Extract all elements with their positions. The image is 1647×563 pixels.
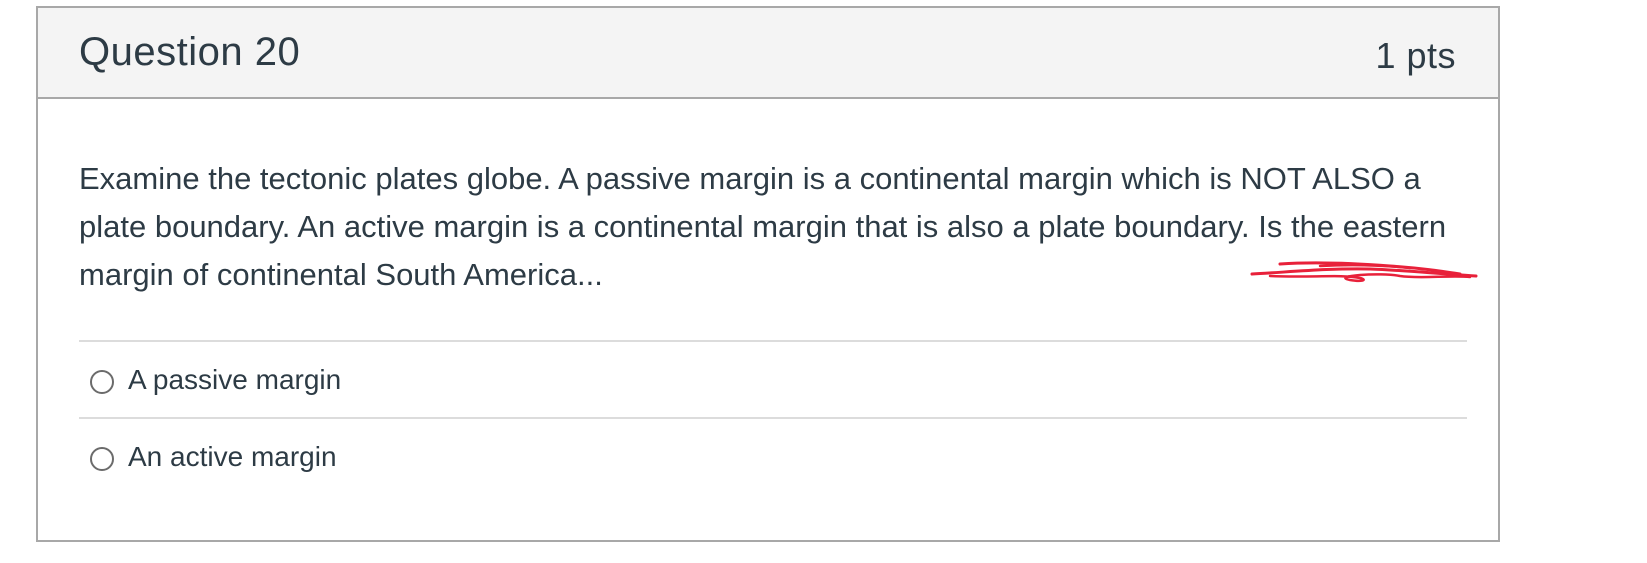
answer-label: A passive margin <box>128 363 342 395</box>
question-header: Question 20 1 pts <box>38 8 1498 99</box>
answer-option-active-margin[interactable]: An active margin <box>79 419 1467 494</box>
radio-button[interactable] <box>90 369 114 394</box>
answer-list: A passive margin An active margin <box>79 340 1467 494</box>
question-text: Examine the tectonic plates globe. A pas… <box>79 161 1447 292</box>
question-points: 1 pts <box>1375 35 1456 76</box>
radio-button[interactable] <box>90 446 114 471</box>
question-card: Question 20 1 pts Examine the tectonic p… <box>36 6 1500 542</box>
answer-option-passive-margin[interactable]: A passive margin <box>79 342 1467 417</box>
question-title: Question 20 <box>79 30 301 74</box>
answer-label: An active margin <box>128 440 337 472</box>
